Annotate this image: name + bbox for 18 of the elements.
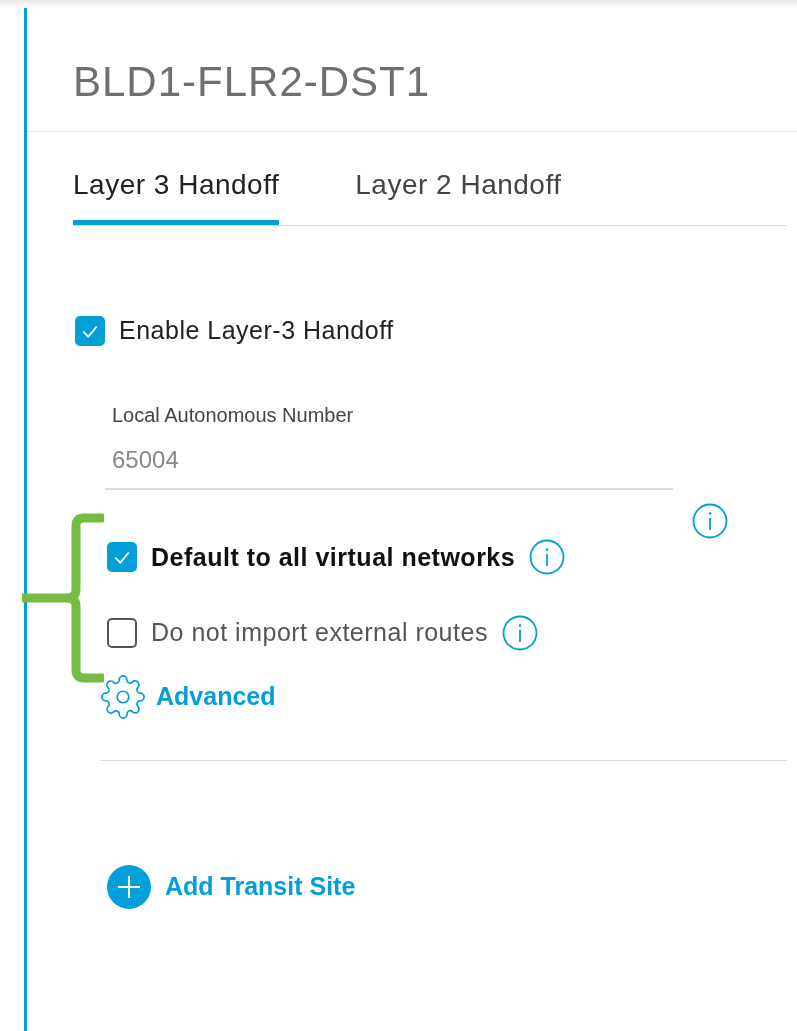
gear-icon xyxy=(100,673,146,720)
checkbox-label: Do not import external routes xyxy=(151,617,488,648)
tab[interactable]: Layer 2 Handoff xyxy=(355,164,562,225)
tab[interactable]: Layer 3 Handoff xyxy=(73,164,280,225)
plus-icon[interactable] xyxy=(107,864,151,909)
advanced-link[interactable]: Advanced xyxy=(156,677,276,716)
checkbox[interactable] xyxy=(107,617,137,648)
input-field[interactable]: 65004 xyxy=(105,441,673,478)
info-icon[interactable] xyxy=(692,502,728,539)
add-transit-site-link[interactable]: Add Transit Site xyxy=(165,867,356,906)
checkbox-label: Default to all virtual networks xyxy=(151,541,516,573)
panel-title: BLD1-FLR2-DST1 xyxy=(73,58,431,105)
checkbox-label: Enable Layer-3 Handoff xyxy=(119,315,394,346)
info-icon[interactable] xyxy=(529,539,566,576)
checkbox[interactable] xyxy=(107,542,137,573)
checkbox[interactable] xyxy=(75,315,105,346)
field-label: Local Autonomous Number xyxy=(111,402,355,428)
info-icon[interactable] xyxy=(501,614,538,651)
